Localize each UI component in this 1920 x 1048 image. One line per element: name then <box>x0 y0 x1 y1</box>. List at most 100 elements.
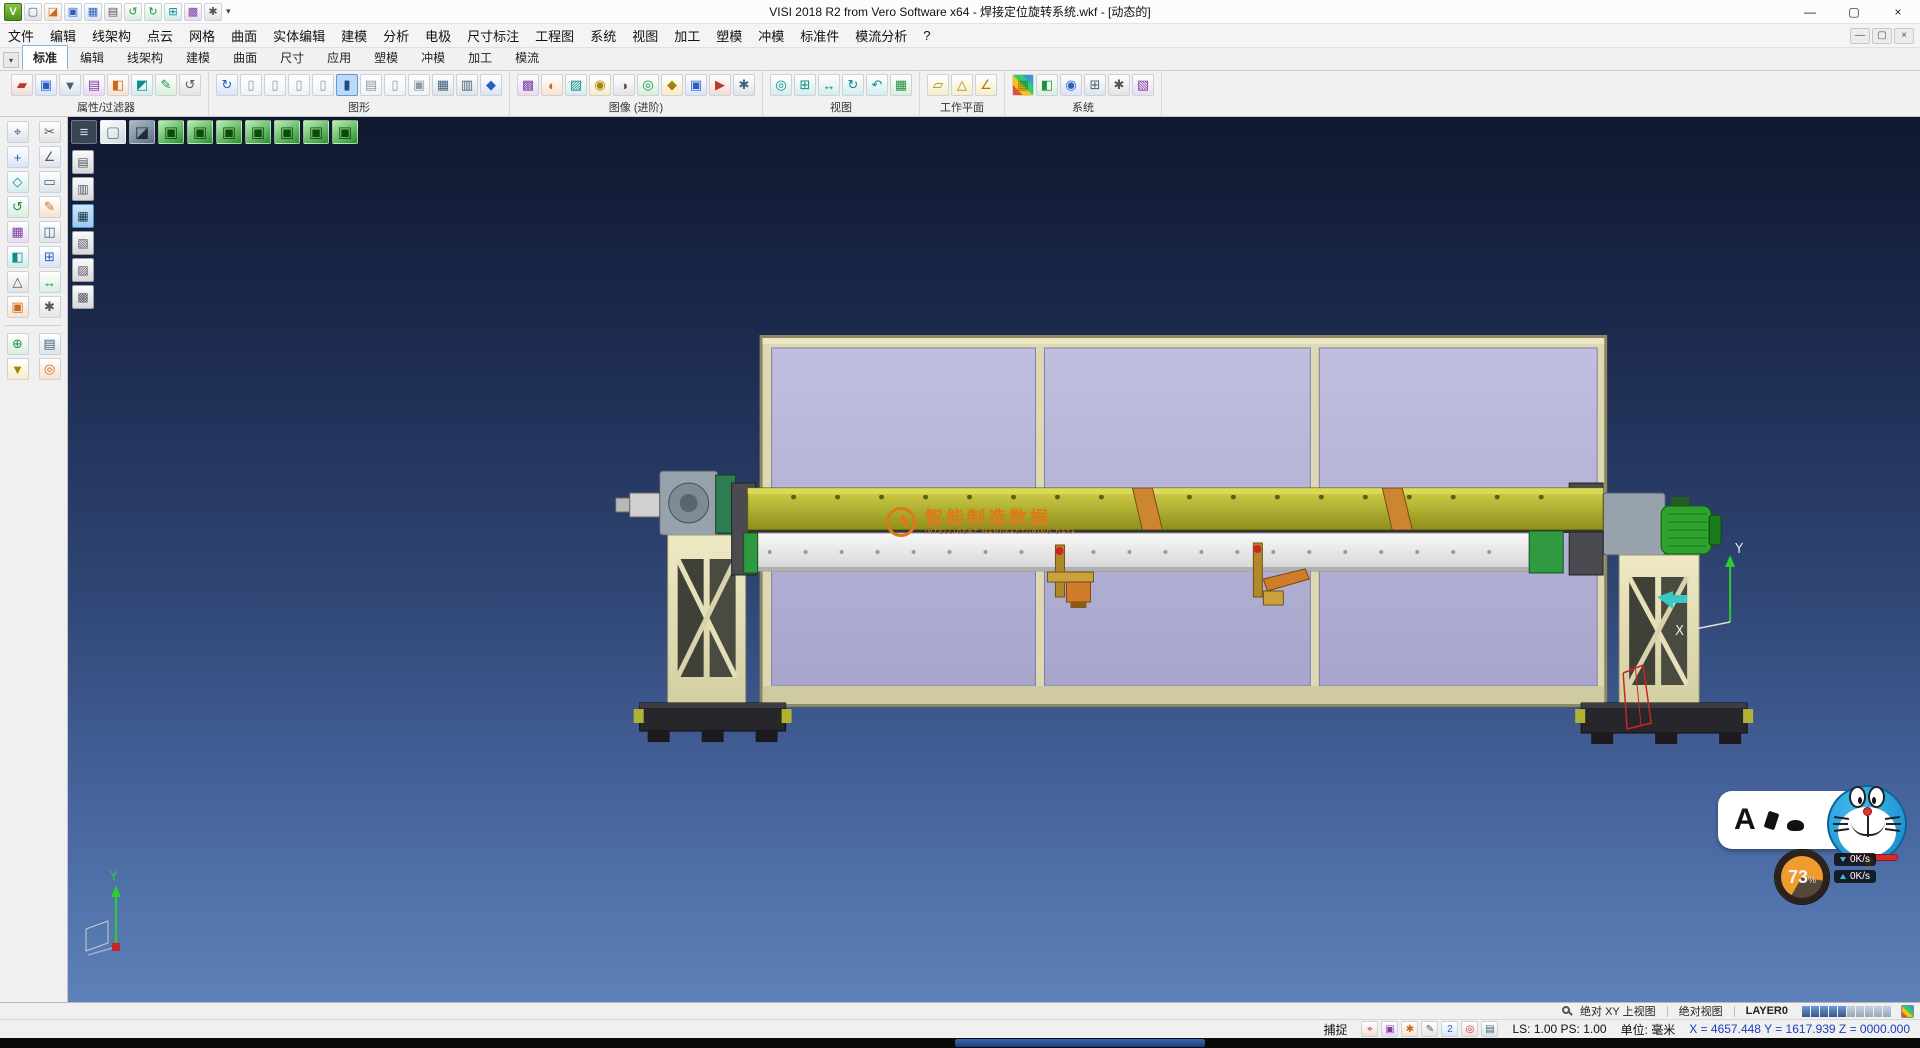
ribbon-tab[interactable]: 冲模 <box>410 45 456 70</box>
workplane-align-icon[interactable]: ∠ <box>975 74 997 96</box>
view-manager-icon[interactable]: ▦ <box>890 74 912 96</box>
menu-item[interactable]: 电极 <box>417 24 459 47</box>
ribbon-tab[interactable]: 模流 <box>504 45 550 70</box>
ribbon-tab[interactable]: 加工 <box>457 45 503 70</box>
minimize-button[interactable]: — <box>1788 0 1832 23</box>
viewport-toggle-4[interactable]: ▧ <box>72 231 94 255</box>
render-mode-icon[interactable]: ▩ <box>517 74 539 96</box>
mesh-icon[interactable]: ▦ <box>7 221 29 243</box>
menu-item[interactable]: 曲面 <box>223 24 265 47</box>
menu-item[interactable]: 线架构 <box>84 24 139 47</box>
menu-item[interactable]: 视图 <box>624 24 666 47</box>
workplane-3points-icon[interactable]: △ <box>951 74 973 96</box>
menu-item[interactable]: 标准件 <box>792 24 847 47</box>
rotary-beam[interactable] <box>732 483 1604 575</box>
snap-settings-icon[interactable]: ⌖ <box>7 121 29 143</box>
image-toggle-icon[interactable]: ▣ <box>1381 1021 1398 1037</box>
attribute-copy-icon[interactable]: ▣ <box>35 74 57 96</box>
line-style-icon[interactable]: ▯ <box>240 74 262 96</box>
wireframe-cube-icon[interactable]: ▢ <box>100 120 126 144</box>
split-icon[interactable]: ◫ <box>39 221 61 243</box>
wheel-toggle-icon[interactable]: ◎ <box>1461 1021 1478 1037</box>
quick-access-more-button[interactable]: ▾ <box>222 6 235 17</box>
viewport-toggle-5[interactable]: ▨ <box>72 258 94 282</box>
print-icon[interactable]: ▤ <box>104 3 122 21</box>
point-style-icon[interactable]: ▯ <box>288 74 310 96</box>
maximize-button[interactable]: ▢ <box>1832 0 1876 23</box>
menu-item[interactable]: 冲模 <box>750 24 792 47</box>
color-filter-icon[interactable]: ◧ <box>107 74 129 96</box>
visi-logo[interactable]: V <box>4 3 22 21</box>
active-color-swatch[interactable] <box>1901 1005 1914 1018</box>
doraemon-mascot[interactable] <box>1827 785 1907 863</box>
menu-item[interactable]: 编辑 <box>42 24 84 47</box>
open-file-icon[interactable]: ◪ <box>44 3 62 21</box>
zoom-window-icon[interactable]: ⊞ <box>794 74 816 96</box>
triangle-icon[interactable]: △ <box>7 271 29 293</box>
rectangle-icon[interactable]: ▭ <box>39 171 61 193</box>
attribute-paint-icon[interactable]: ▰ <box>11 74 33 96</box>
menu-item[interactable]: 尺寸标注 <box>459 24 527 47</box>
close-button[interactable]: × <box>1876 0 1920 23</box>
tools-icon[interactable]: ✱ <box>39 296 61 318</box>
dim-style-icon[interactable]: ▯ <box>384 74 406 96</box>
text-style-icon[interactable]: ▤ <box>360 74 382 96</box>
viewport-toggle-1[interactable]: ▤ <box>72 150 94 174</box>
layer-color-bars[interactable] <box>1802 1006 1891 1017</box>
ribbon-tab[interactable]: 编辑 <box>69 45 115 70</box>
current-style-icon[interactable]: ▮ <box>336 74 358 96</box>
ribbon-tab[interactable]: 建模 <box>175 45 221 70</box>
layers-icon[interactable]: ▤ <box>39 333 61 355</box>
menu-item[interactable]: 加工 <box>666 24 708 47</box>
color-palette-icon[interactable]: ▦ <box>1012 74 1034 96</box>
view-search-icon[interactable] <box>1562 1006 1570 1014</box>
menu-item[interactable]: 网格 <box>181 24 223 47</box>
absolute-view-label[interactable]: 绝对视图 <box>1675 1003 1727 1019</box>
view-left-icon[interactable]: ▣ <box>274 120 300 144</box>
view-back-icon[interactable]: ▣ <box>245 120 271 144</box>
trim-icon[interactable]: ✂ <box>39 121 61 143</box>
ribbon-tab[interactable]: 塑模 <box>363 45 409 70</box>
performance-gauge[interactable]: 73 % <box>1774 849 1830 905</box>
mdi-restore-button[interactable]: ▢ <box>1872 28 1892 44</box>
add-icon[interactable]: ⊕ <box>7 333 29 355</box>
style-manager-icon[interactable]: ▣ <box>408 74 430 96</box>
menu-item[interactable]: ? <box>915 26 938 45</box>
reset-filter-icon[interactable]: ↺ <box>179 74 201 96</box>
ribbon-tab[interactable]: 曲面 <box>222 45 268 70</box>
system-options-icon[interactable]: ✱ <box>1108 74 1130 96</box>
pen-tool-icon[interactable] <box>1763 810 1779 830</box>
capture-icon[interactable]: ▩ <box>184 3 202 21</box>
letter-a-tool[interactable]: A <box>1734 803 1756 837</box>
solid-icon[interactable]: ▣ <box>7 296 29 318</box>
viewport-toggle-6[interactable]: ▩ <box>72 285 94 309</box>
angle-icon[interactable]: ∠ <box>39 146 61 168</box>
match-properties-icon[interactable]: ✎ <box>155 74 177 96</box>
snap-toggle-icon[interactable]: ⌖ <box>1361 1021 1378 1037</box>
point-icon[interactable]: + <box>7 146 29 168</box>
profile-icon[interactable]: ◇ <box>7 171 29 193</box>
lighting-icon[interactable]: ◉ <box>589 74 611 96</box>
element-filter-icon[interactable]: ▼ <box>59 74 81 96</box>
previous-view-icon[interactable]: ↶ <box>866 74 888 96</box>
os-taskbar[interactable] <box>0 1038 1920 1048</box>
target-icon[interactable]: ◎ <box>39 358 61 380</box>
menu-item[interactable]: 文件 <box>0 24 42 47</box>
half-section-icon[interactable]: ◧ <box>7 246 29 268</box>
viewport-toggle-3[interactable]: ▦ <box>72 204 94 228</box>
rotate-view-icon[interactable]: ↻ <box>842 74 864 96</box>
redraw-icon[interactable]: ↻ <box>216 74 238 96</box>
undo-icon[interactable]: ↺ <box>124 3 142 21</box>
ribbon-tab[interactable]: 尺寸 <box>269 45 315 70</box>
info-toggle-icon[interactable]: 2 <box>1441 1021 1458 1037</box>
active-view-label[interactable]: 绝对 XY 上视图 <box>1576 1003 1660 1019</box>
view-bottom-icon[interactable]: ▣ <box>332 120 358 144</box>
rotate-icon[interactable]: ↺ <box>7 196 29 218</box>
view-right-icon[interactable]: ▣ <box>303 120 329 144</box>
calculator-icon[interactable]: ⊞ <box>164 3 182 21</box>
edit-toggle-icon[interactable]: ✎ <box>1421 1021 1438 1037</box>
quality-icon[interactable]: ◆ <box>661 74 683 96</box>
view-top-icon[interactable]: ▣ <box>187 120 213 144</box>
view-iso-icon[interactable]: ▣ <box>158 120 184 144</box>
menu-item[interactable]: 点云 <box>139 24 181 47</box>
